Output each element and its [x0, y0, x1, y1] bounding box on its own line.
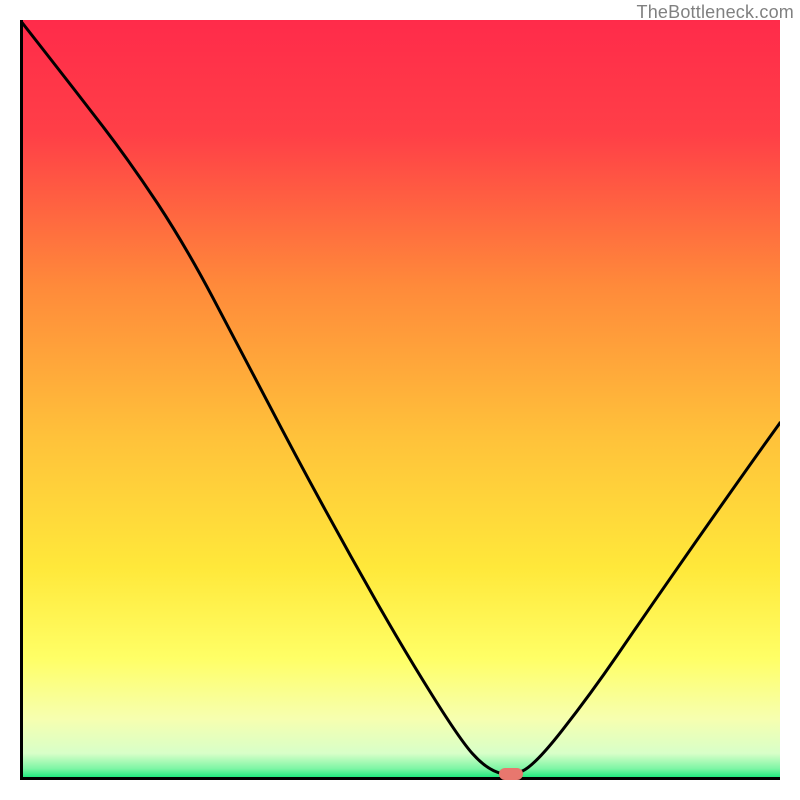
y-axis — [20, 20, 23, 780]
watermark-text: TheBottleneck.com — [637, 2, 794, 23]
x-axis — [20, 777, 780, 780]
bottleneck-curve — [20, 20, 780, 780]
plot-area — [20, 20, 780, 780]
chart-container: TheBottleneck.com — [0, 0, 800, 800]
minimum-marker — [499, 768, 523, 780]
